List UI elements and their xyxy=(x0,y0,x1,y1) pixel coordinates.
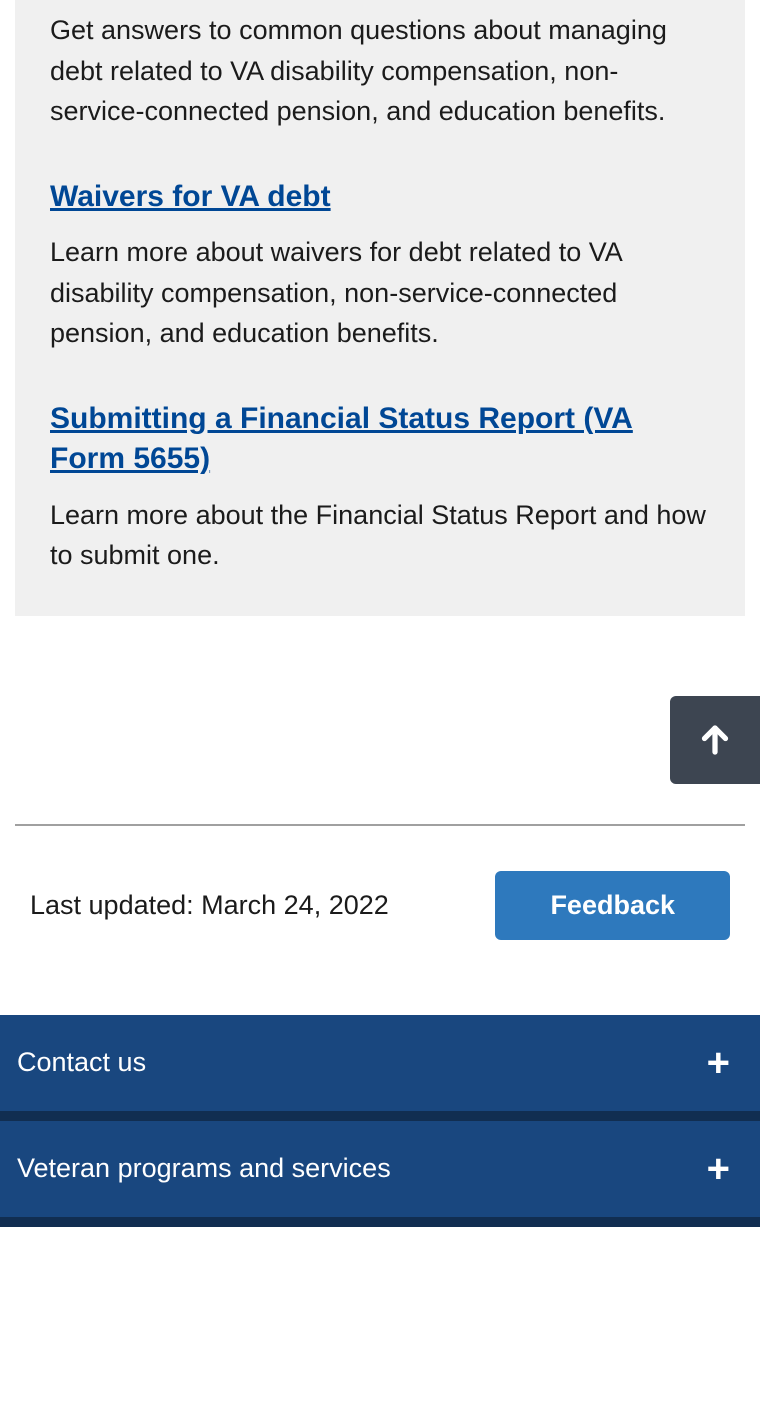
last-updated-date: March 24, 2022 xyxy=(201,890,389,920)
arrow-up-icon xyxy=(697,722,733,758)
last-updated: Last updated: March 24, 2022 xyxy=(30,890,389,921)
link-heading-waivers: Waivers for VA debt xyxy=(50,177,710,218)
link-desc-fsr: Learn more about the Financial Status Re… xyxy=(50,495,710,576)
footer-item-label: Veteran programs and services xyxy=(17,1153,391,1184)
meta-row: Last updated: March 24, 2022 Feedback xyxy=(0,826,760,1015)
feedback-button[interactable]: Feedback xyxy=(495,871,730,940)
link-fsr[interactable]: Submitting a Financial Status Report (VA… xyxy=(50,402,633,476)
footer-item-label: Contact us xyxy=(17,1047,146,1078)
plus-icon: + xyxy=(707,1149,730,1189)
content-box: Get answers to common questions about ma… xyxy=(15,0,745,616)
link-desc-waivers: Learn more about waivers for debt relate… xyxy=(50,232,710,354)
link-heading-fsr: Submitting a Financial Status Report (VA… xyxy=(50,399,710,480)
link-waivers[interactable]: Waivers for VA debt xyxy=(50,180,331,213)
plus-icon: + xyxy=(707,1043,730,1083)
back-to-top-container xyxy=(0,616,760,784)
footer-item-programs[interactable]: Veteran programs and services + xyxy=(0,1121,760,1227)
intro-text: Get answers to common questions about ma… xyxy=(50,0,710,132)
last-updated-label: Last updated: xyxy=(30,890,201,920)
back-to-top-button[interactable] xyxy=(670,696,760,784)
footer-item-contact[interactable]: Contact us + xyxy=(0,1015,760,1121)
footer: Contact us + Veteran programs and servic… xyxy=(0,1015,760,1227)
